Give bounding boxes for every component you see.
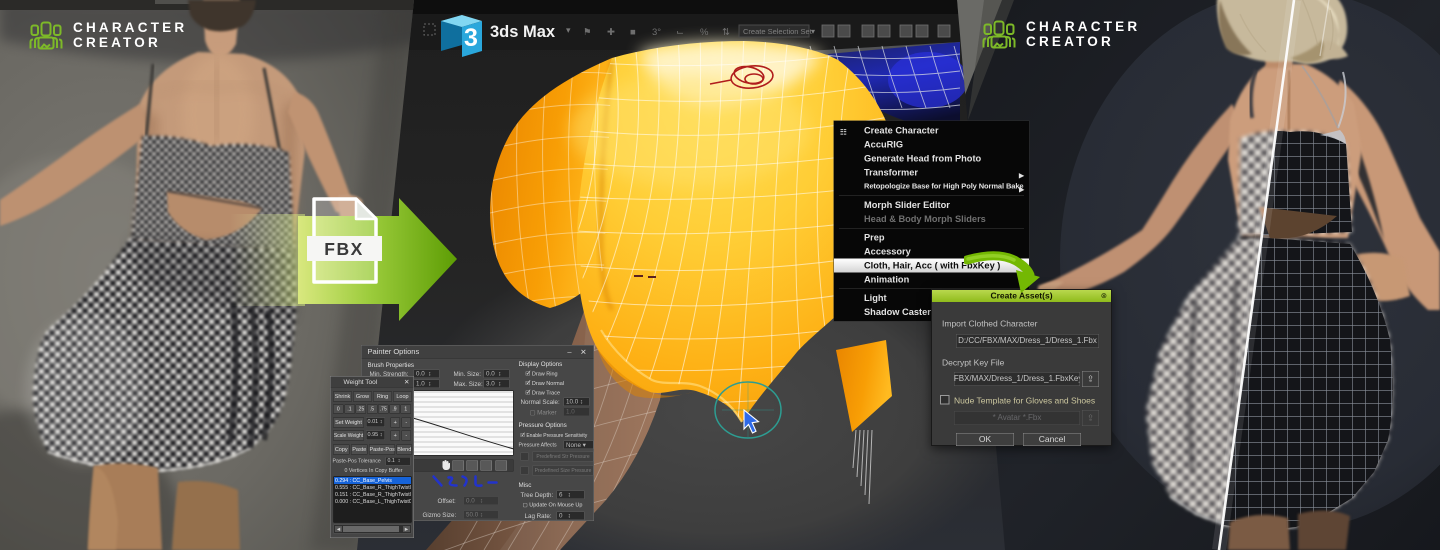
svg-text:⚑: ⚑ [583,27,592,38]
svg-text:✚: ✚ [607,27,615,38]
svg-text:▾: ▾ [566,25,571,35]
svg-text:3°: 3° [652,27,661,38]
svg-text:3ds Max: 3ds Max [490,23,556,41]
svg-text:FBX: FBX [324,239,364,259]
svg-text:⌙: ⌙ [676,27,684,38]
svg-text:%: % [700,27,709,38]
svg-text:Create Selection Set: Create Selection Set [743,27,813,36]
svg-text:▾: ▾ [811,27,815,36]
svg-text:3: 3 [464,24,478,52]
svg-text:⇅: ⇅ [722,27,730,38]
svg-text:■: ■ [630,27,636,38]
